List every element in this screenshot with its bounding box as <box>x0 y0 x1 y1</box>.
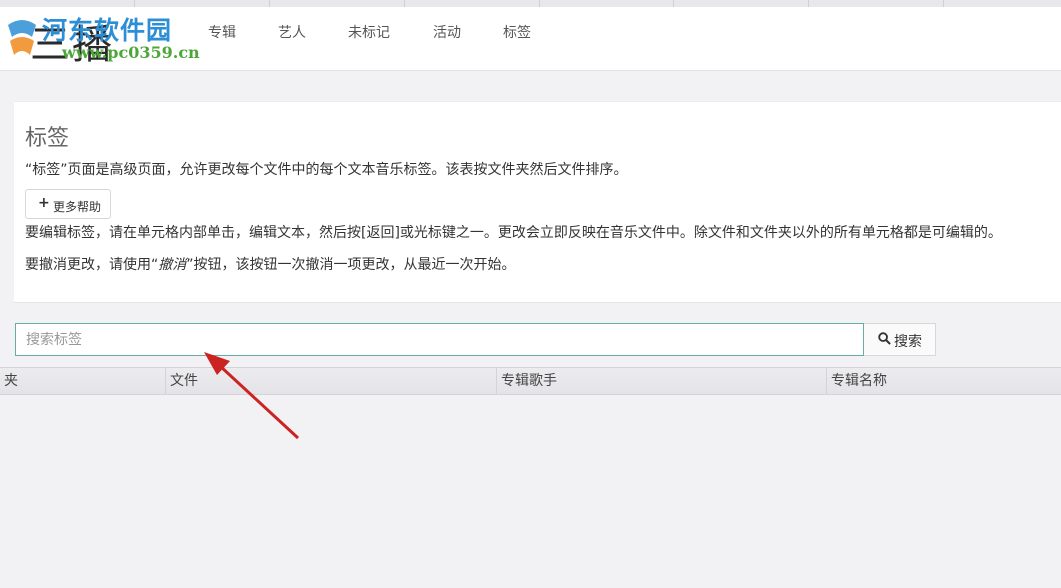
nav-artists[interactable]: 艺人 <box>278 22 306 42</box>
undo-instructions: 要撤消更改，请使用“撤消”按钮，该按钮一次撤消一项更改，从最近一次开始。 <box>25 254 516 274</box>
more-help-label: 更多帮助 <box>53 200 102 214</box>
top-strip-segment <box>539 0 674 7</box>
watermark-title: 河东软件园 <box>42 16 173 45</box>
page-description: “标签”页面是高级页面，允许更改每个文件中的每个文本音乐标签。该表按文件夹然后文… <box>25 162 628 178</box>
search-icon <box>878 332 891 345</box>
nav-activity[interactable]: 活动 <box>433 22 461 42</box>
top-strip-segment <box>808 0 944 7</box>
top-strip-segment <box>404 0 540 7</box>
undo-button-name: 撤消 <box>158 257 187 273</box>
tags-info-panel: 标签 “标签”页面是高级页面，允许更改每个文件中的每个文本音乐标签。该表按文件夹… <box>14 101 1061 303</box>
nav-tags[interactable]: 标签 <box>503 22 531 42</box>
tags-table-header: 夹 文件 专辑歌手 专辑名称 <box>0 367 1061 395</box>
search-button-label: 搜索 <box>894 334 922 350</box>
top-strip-segment <box>0 0 135 7</box>
column-album-artist[interactable]: 专辑歌手 <box>497 368 827 394</box>
top-navbar: 三播 河东软件园 www.pc0359.cn 专辑 艺人 未标记 活动 标签 <box>0 7 1061 71</box>
column-folder[interactable]: 夹 <box>0 368 166 394</box>
plus-icon: + <box>38 195 50 211</box>
undo-prefix: 要撤消更改，请使用“ <box>25 257 159 273</box>
watermark-logo-icon <box>8 20 36 55</box>
nav-albums[interactable]: 专辑 <box>208 22 236 42</box>
undo-suffix: ”按钮，该按钮一次撤消一项更改，从最近一次开始。 <box>186 257 516 273</box>
column-file[interactable]: 文件 <box>166 368 497 394</box>
search-button[interactable]: 搜索 <box>864 323 936 356</box>
top-strip-segment <box>673 0 809 7</box>
search-input[interactable] <box>15 323 864 356</box>
top-strip-segment <box>269 0 405 7</box>
column-album-name[interactable]: 专辑名称 <box>827 368 1061 394</box>
brand[interactable]: 三播 河东软件园 www.pc0359.cn <box>0 7 200 70</box>
edit-instructions: 要编辑标签，请在单元格内部单击，编辑文本，然后按[返回]或光标键之一。更改会立即… <box>25 225 1002 241</box>
top-strip-segment <box>134 0 270 7</box>
page-title: 标签 <box>25 126 70 151</box>
nav-untagged[interactable]: 未标记 <box>348 22 390 42</box>
watermark-url: www.pc0359.cn <box>62 43 200 62</box>
more-help-button[interactable]: + 更多帮助 <box>25 189 111 219</box>
